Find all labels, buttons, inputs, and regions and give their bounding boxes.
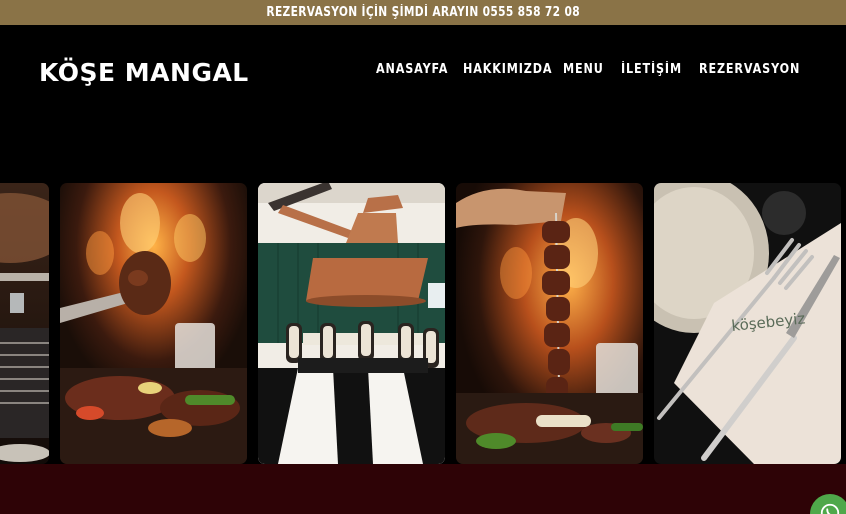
reservation-call-text[interactable]: REZERVASYON İÇİN ŞİMDİ ARAYIN 0555 858 7… bbox=[266, 5, 580, 20]
site-header: KÖŞE MANGAL ANASAYFA HAKKIMIZDA MENU İLE… bbox=[0, 25, 846, 180]
site-logo[interactable]: KÖŞE MANGAL bbox=[39, 58, 249, 87]
gallery-image-kebab-skewer[interactable] bbox=[456, 183, 643, 464]
main-nav: ANASAYFA HAKKIMIZDA MENU İLETİŞİM REZERV… bbox=[376, 62, 799, 77]
gallery-image-grill-table[interactable] bbox=[0, 183, 49, 464]
whatsapp-icon bbox=[820, 503, 840, 514]
nav-item-home[interactable]: ANASAYFA bbox=[376, 62, 451, 77]
nav-item-about[interactable]: HAKKIMIZDA bbox=[463, 62, 552, 77]
gallery-image-table-setting[interactable]: köşebeyiz bbox=[654, 183, 841, 464]
top-announcement-bar: REZERVASYON İÇİN ŞİMDİ ARAYIN 0555 858 7… bbox=[0, 0, 846, 25]
nav-item-menu[interactable]: MENU bbox=[563, 62, 613, 77]
photo-gallery: köşebeyiz bbox=[0, 183, 846, 464]
nav-item-contact[interactable]: İLETİŞİM bbox=[621, 62, 688, 77]
gallery-image-restaurant-interior[interactable] bbox=[258, 183, 445, 464]
nav-item-reservation[interactable]: REZERVASYON bbox=[699, 62, 799, 77]
gallery-image-grilled-meat-tongs[interactable] bbox=[60, 183, 247, 464]
footer-section bbox=[0, 464, 846, 514]
